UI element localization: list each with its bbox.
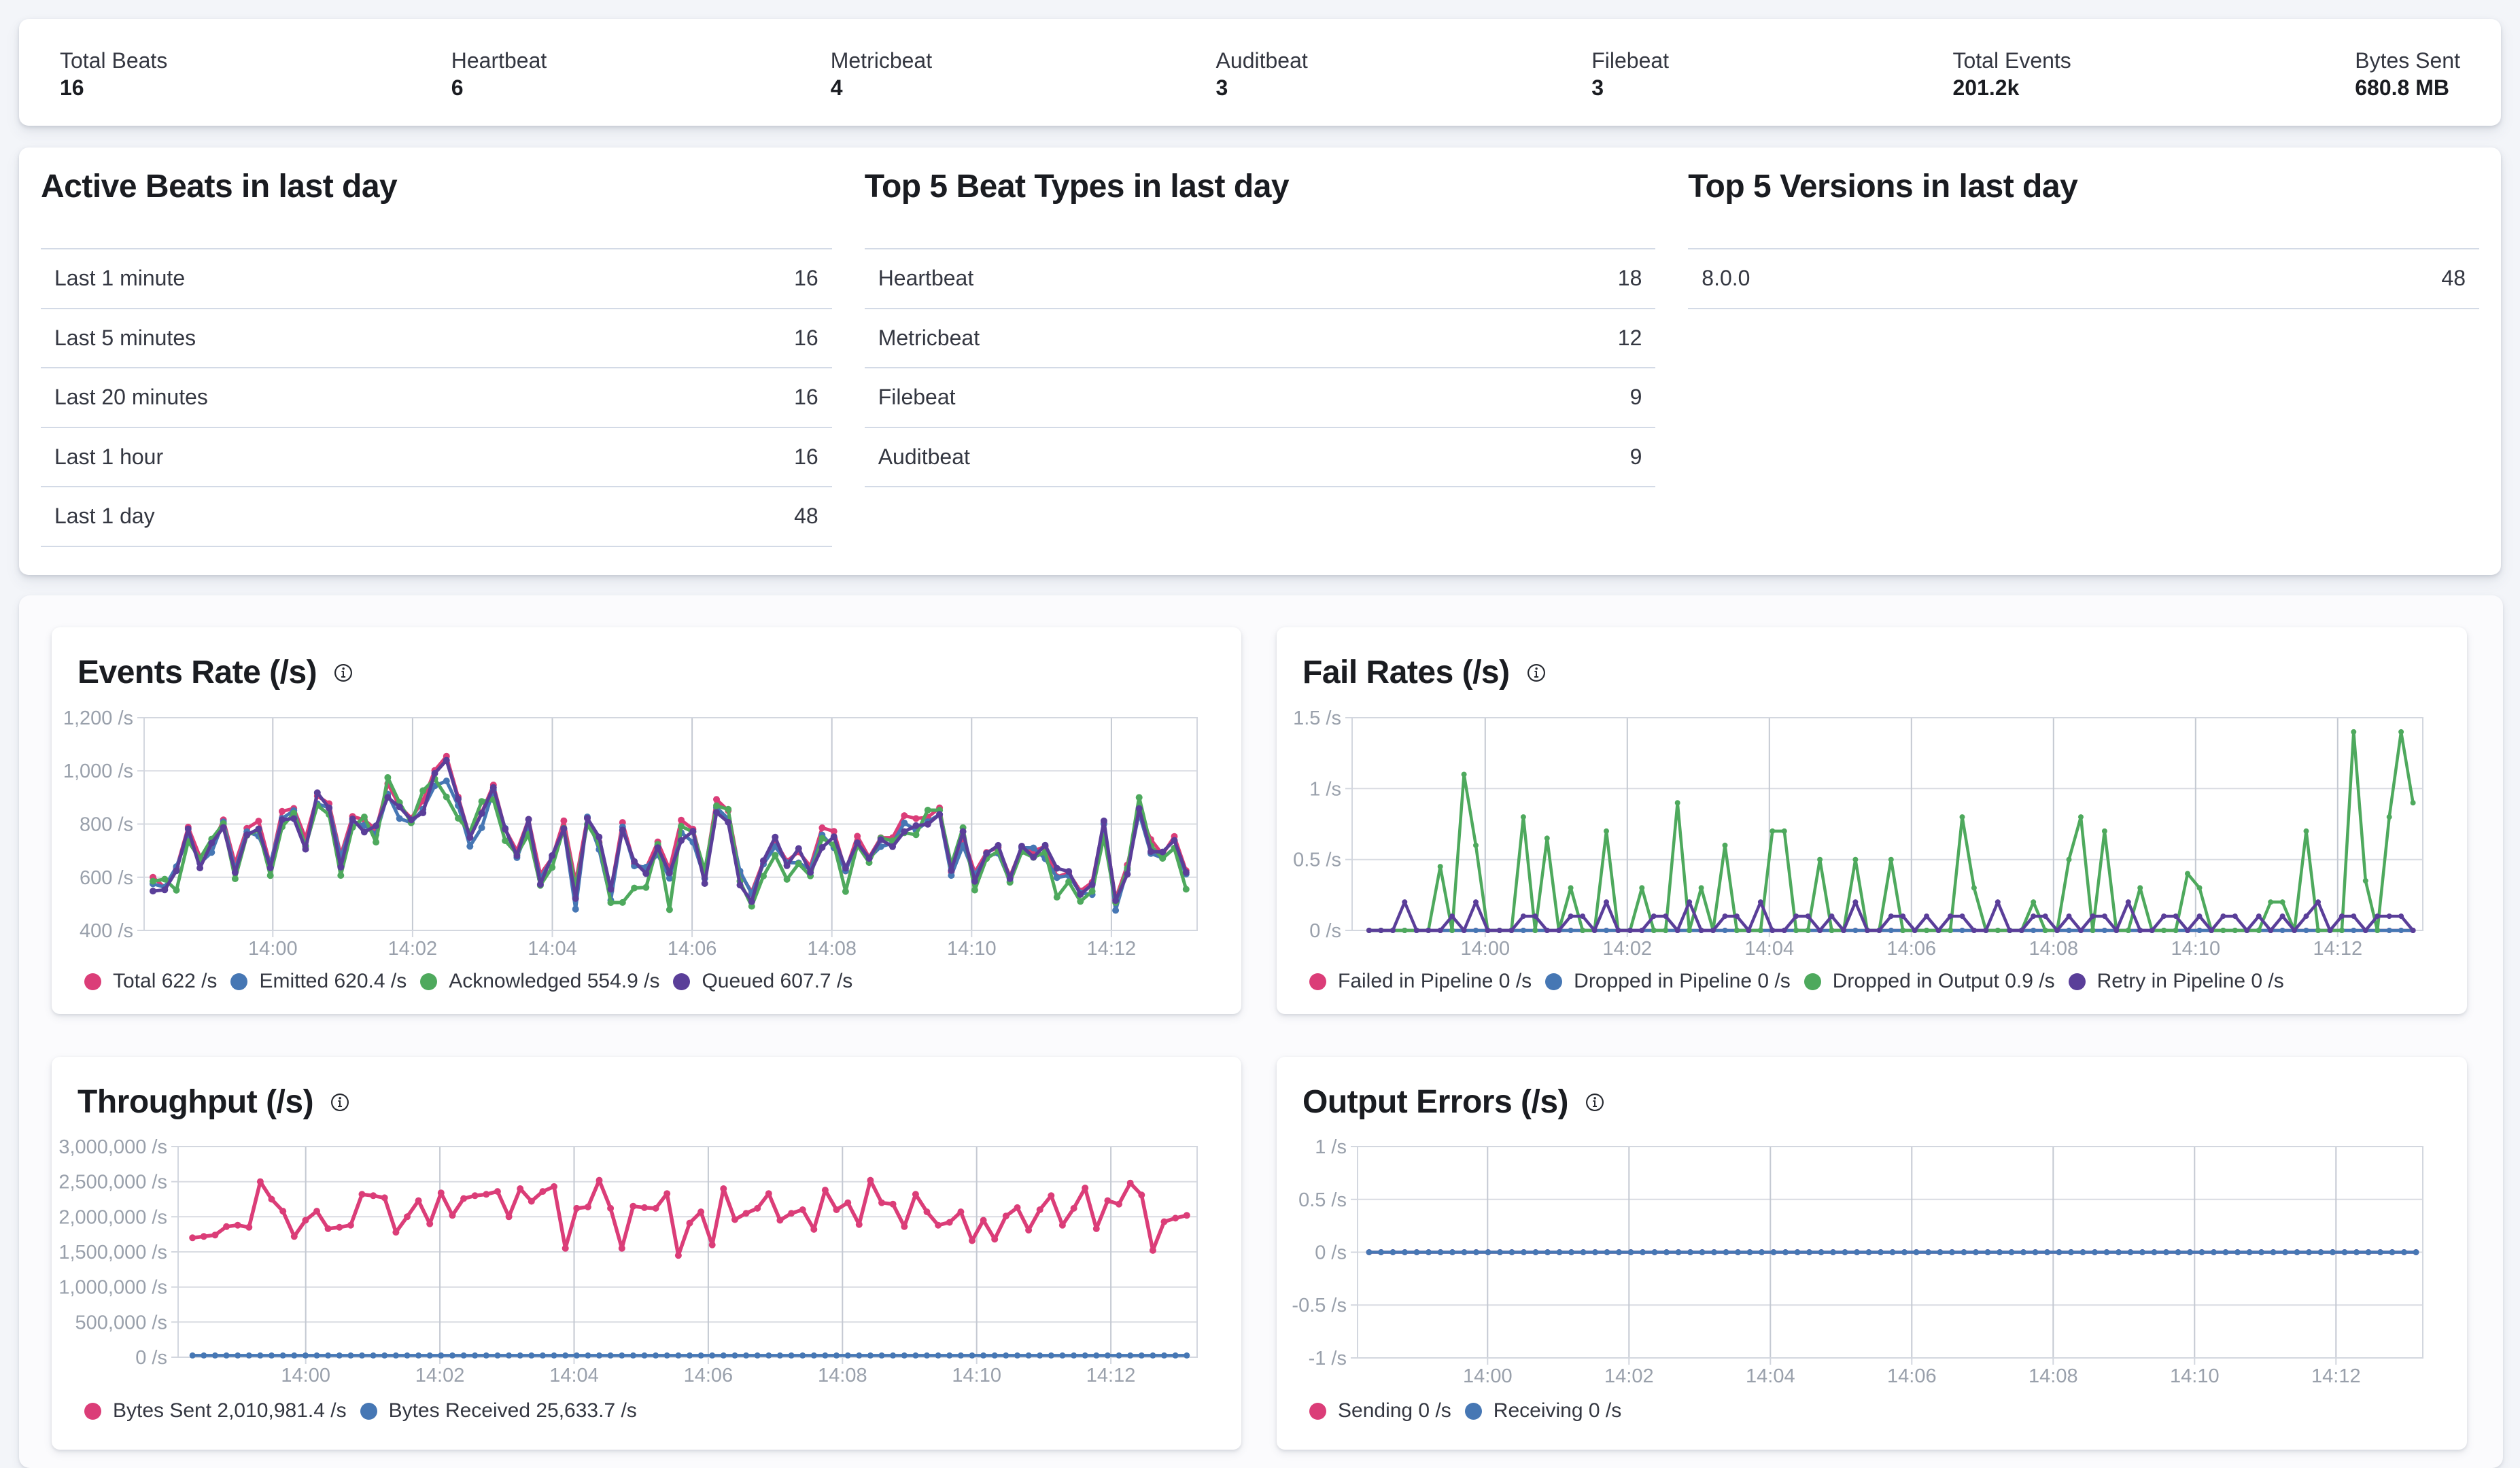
svg-text:1,200 /s: 1,200 /s [63,707,133,729]
svg-text:14:06: 14:06 [668,938,717,960]
svg-text:400 /s: 400 /s [80,920,133,942]
svg-text:14:04: 14:04 [549,1365,599,1386]
svg-text:14:00: 14:00 [248,938,298,960]
svg-text:14:10: 14:10 [947,938,997,960]
svg-text:14:02: 14:02 [388,938,438,960]
svg-text:14:06: 14:06 [1887,1365,1937,1387]
svg-text:0.5 /s: 0.5 /s [1298,1189,1347,1211]
svg-text:1,500,000 /s: 1,500,000 /s [58,1242,167,1263]
svg-text:-1 /s: -1 /s [1309,1348,1347,1369]
svg-text:14:02: 14:02 [1603,938,1653,960]
svg-text:2,500,000 /s: 2,500,000 /s [58,1172,167,1193]
svg-text:3,000,000 /s: 3,000,000 /s [58,1136,167,1158]
svg-text:1 /s: 1 /s [1315,1136,1347,1158]
svg-text:14:08: 14:08 [2029,938,2079,960]
svg-text:500,000 /s: 500,000 /s [75,1312,167,1333]
svg-text:14:08: 14:08 [818,1365,867,1386]
svg-text:14:08: 14:08 [807,938,857,960]
svg-text:0 /s: 0 /s [135,1347,167,1369]
svg-text:14:00: 14:00 [1463,1365,1513,1387]
svg-text:14:06: 14:06 [684,1365,733,1386]
svg-text:1 /s: 1 /s [1309,778,1341,800]
svg-text:1,000,000 /s: 1,000,000 /s [58,1277,167,1299]
svg-text:1.5 /s: 1.5 /s [1293,707,1341,729]
svg-text:14:12: 14:12 [2313,938,2363,960]
svg-text:0 /s: 0 /s [1315,1242,1347,1264]
svg-text:14:02: 14:02 [415,1365,465,1386]
svg-text:14:10: 14:10 [952,1365,1001,1386]
svg-text:14:00: 14:00 [1461,938,1511,960]
svg-text:14:06: 14:06 [1887,938,1937,960]
svg-text:14:04: 14:04 [1745,938,1795,960]
svg-text:14:12: 14:12 [2311,1365,2361,1387]
svg-text:14:08: 14:08 [2029,1365,2078,1387]
svg-text:-0.5 /s: -0.5 /s [1292,1295,1347,1316]
svg-text:800 /s: 800 /s [80,814,133,836]
svg-text:0.5 /s: 0.5 /s [1293,850,1341,871]
svg-text:2,000,000 /s: 2,000,000 /s [58,1206,167,1228]
svg-text:14:12: 14:12 [1087,938,1137,960]
svg-text:0 /s: 0 /s [1309,920,1341,942]
svg-text:14:00: 14:00 [281,1365,330,1386]
svg-text:14:04: 14:04 [528,938,577,960]
svg-text:14:04: 14:04 [1746,1365,1795,1387]
svg-text:14:10: 14:10 [2170,1365,2220,1387]
svg-text:14:10: 14:10 [2171,938,2221,960]
svg-text:14:02: 14:02 [1604,1365,1654,1387]
svg-text:14:12: 14:12 [1086,1365,1136,1386]
svg-text:1,000 /s: 1,000 /s [63,761,133,782]
svg-text:600 /s: 600 /s [80,867,133,889]
